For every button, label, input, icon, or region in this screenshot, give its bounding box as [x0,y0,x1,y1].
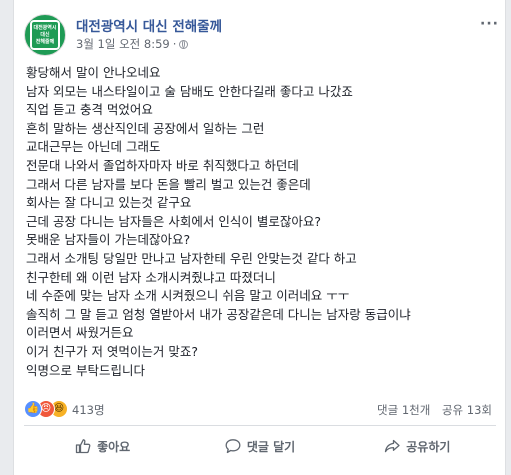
post-line: 전문대 나와서 졸업하자마자 바로 취직했다고 하던데 [26,157,299,173]
post-meta: 3월 1일 오전 8:59 · [76,36,189,52]
post-line: 흔히 말하는 생산직인데 공장에서 일하는 그런 [26,120,265,136]
share-label: 공유하기 [406,439,451,454]
share-icon [385,439,400,453]
post-line: 근데 공장 다니는 남자들은 사회에서 인식이 별로잖아요? [26,213,321,229]
page-logo: 대전광역시 대신 전해줄께 [30,20,60,50]
share-button[interactable]: 공유하기 [339,428,496,464]
post-timestamp[interactable]: 3월 1일 오전 8:59 [76,36,170,52]
logo-line: 대전광역시 [33,24,57,31]
logo-line: 전해줄께 [35,38,55,45]
page-name-link[interactable]: 대전광역시 대신 전해줄께 [76,15,222,35]
post-line: 교대근무는 아닌데 그래도 [26,139,161,155]
post-line: 황당해서 말이 안나오네요 [26,65,161,80]
post-line: 남자 외모는 내스타일이고 술 담배도 안한다길래 좋다고 나갔죠 [26,83,353,99]
page-avatar[interactable]: 대전광역시 대신 전해줄께 [24,14,66,56]
post-line: 솔직히 그 말 듣고 엄청 열받아서 내가 공장같은데 다니는 남자랑 동급이냐 [26,306,411,322]
post-line: 그래서 소개팅 당일만 만나고 남자한테 우린 안맞는것 같다 하고 [26,250,357,266]
comment-label: 댓글 달기 [246,439,296,454]
engagement-stats: 댓글 1천개 공유 13회 [377,402,492,418]
share-count[interactable]: 공유 13회 [442,403,492,417]
post-line: 친구한테 왜 이런 남자 소개시켜줬냐고 따졌더니 [26,269,276,285]
like-label: 좋아요 [97,439,131,454]
like-button[interactable]: 좋아요 [24,428,181,464]
action-bar: 좋아요 댓글 달기 공유하기 [24,428,496,464]
thumbs-up-icon [75,439,91,454]
post-line: 이거 친구가 저 엿먹이는거 맞죠? [26,343,199,359]
post-line: 네 수준에 맞는 남자 소개 시켜줬으니 쉬음 말고 이러네요 ㅜㅜ [26,288,350,304]
divider [24,425,496,426]
meta-separator: · [172,37,177,51]
post-card: 대전광역시 대신 전해줄께 대전광역시 대신 전해줄께 3월 1일 오전 8:5… [13,0,506,475]
reaction-count[interactable]: 413명 [72,402,105,418]
comment-icon [225,439,241,454]
post-line: 못배운 남자들이 가는데잖아요? [26,232,191,248]
post-line: 직업 듣고 충격 먹었어요 [26,102,153,118]
post-body: 황당해서 말이 안나오네요 남자 외모는 내스타일이고 술 담배도 안한다길래 … [26,64,496,380]
post-line: 회사는 잘 다니고 있는것 같구요 [26,195,192,211]
globe-icon[interactable] [179,39,189,49]
post-header: 대전광역시 대신 전해줄께 대전광역시 대신 전해줄께 3월 1일 오전 8:5… [24,14,498,58]
reactions-bar: 👍 😠 😆 413명 댓글 1천개 공유 13회 [24,400,494,420]
more-options-icon[interactable]: ··· [480,16,499,32]
post-line: 익명으로 부탁드립니다 [26,362,145,378]
post-line: 그래서 다른 남자를 보다 돈을 빨리 벌고 있는건 좋은데 [26,176,311,192]
like-reaction-icon[interactable]: 👍 [24,400,42,418]
post-line: 이러면서 싸웠거든요 [26,325,134,341]
logo-line: 대신 [40,31,50,38]
comment-button[interactable]: 댓글 달기 [181,428,338,464]
comment-count[interactable]: 댓글 1천개 [377,403,430,417]
